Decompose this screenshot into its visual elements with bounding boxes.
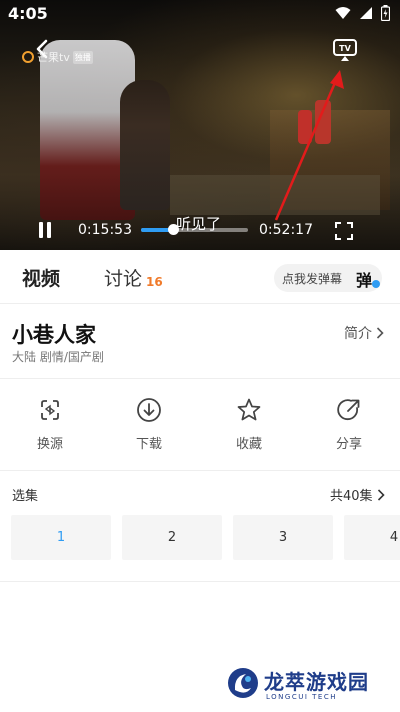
channel-logo: 芒果tv 独播 [22, 49, 93, 65]
danmaku-icon-char: 弹 [356, 271, 373, 290]
episode-item[interactable]: 1 [11, 515, 111, 560]
switch-source-button[interactable]: 换源 [20, 395, 80, 455]
svg-text:TV: TV [339, 44, 351, 53]
video-figure-child [120, 80, 170, 210]
episode-item[interactable]: 4 [344, 515, 400, 560]
status-bar: 4:05 [0, 0, 400, 28]
download-icon [137, 398, 161, 422]
wifi-icon [335, 7, 351, 19]
download-button[interactable]: 下载 [119, 395, 179, 455]
divider [0, 470, 400, 471]
app-screen: 4:05 芒果tv 独播 TV 听见了 0:15:53 0:52:17 视频 讨… [0, 0, 400, 712]
divider [0, 378, 400, 379]
episode-item[interactable]: 2 [122, 515, 222, 560]
favorite-button[interactable]: 收藏 [219, 395, 279, 455]
episode-list: 1 2 3 4 [0, 515, 400, 561]
action-label: 换源 [36, 437, 63, 452]
watermark-text: 龙萃游戏园 [264, 670, 369, 694]
status-time: 4:05 [8, 4, 48, 23]
episodes-total-label: 共40集 [330, 489, 373, 504]
tv-cast-icon[interactable]: TV [332, 38, 358, 62]
danmaku-label: 点我发弹幕 [282, 272, 343, 286]
video-bottle [315, 100, 331, 144]
action-label: 收藏 [235, 437, 262, 452]
action-label: 分享 [335, 437, 362, 452]
tab-video[interactable]: 视频 [22, 264, 60, 291]
seek-bar[interactable] [141, 224, 248, 235]
share-button[interactable]: 分享 [319, 395, 379, 455]
chevron-right-icon [377, 488, 385, 501]
show-title: 小巷人家 [12, 323, 96, 347]
divider [0, 581, 400, 582]
action-row: 换源 下载 收藏 分享 [0, 395, 400, 455]
danmaku-status-dot [372, 280, 380, 288]
watermark-logo-icon [228, 668, 258, 698]
player-controls: 0:15:53 0:52:17 [0, 215, 400, 245]
share-icon [337, 399, 360, 421]
switch-source-icon [41, 400, 59, 420]
tab-discuss-count: 16 [146, 275, 163, 289]
pause-icon[interactable] [36, 221, 54, 239]
episodes-all-link[interactable]: 共40集 [330, 485, 385, 504]
episode-item[interactable]: 3 [233, 515, 333, 560]
current-time: 0:15:53 [78, 222, 132, 238]
video-table [170, 175, 380, 215]
fullscreen-icon[interactable] [334, 221, 354, 241]
battery-charging-icon [381, 5, 390, 21]
signal-icon [360, 7, 372, 19]
episodes-title: 选集 [12, 489, 39, 504]
total-time: 0:52:17 [259, 222, 313, 238]
channel-logo-tag: 独播 [72, 50, 93, 64]
content-tabs: 视频 讨论 16 点我发弹幕 弹 [0, 250, 400, 304]
chevron-right-icon [376, 327, 384, 339]
send-danmaku-button[interactable]: 点我发弹幕 弹 [274, 264, 382, 292]
channel-logo-text: 芒果tv [37, 51, 70, 64]
intro-label: 简介 [344, 326, 372, 342]
status-icons [335, 5, 390, 21]
site-watermark: 龙萃游戏园 LONGCUI TECH [226, 664, 376, 706]
intro-link[interactable]: 简介 [344, 323, 384, 343]
watermark-subtext: LONGCUI TECH [266, 693, 337, 701]
video-bottle [298, 110, 312, 144]
show-meta: 大陆 剧情/国产剧 [12, 350, 104, 364]
star-icon [237, 398, 261, 421]
seek-bar-handle[interactable] [168, 224, 180, 235]
danmaku-icon: 弹 [356, 267, 380, 290]
channel-logo-mark-icon [22, 51, 34, 63]
tab-discuss[interactable]: 讨论 [104, 264, 142, 291]
video-player[interactable]: 4:05 芒果tv 独播 TV 听见了 0:15:53 0:52:17 [0, 0, 400, 250]
action-label: 下载 [135, 437, 162, 452]
